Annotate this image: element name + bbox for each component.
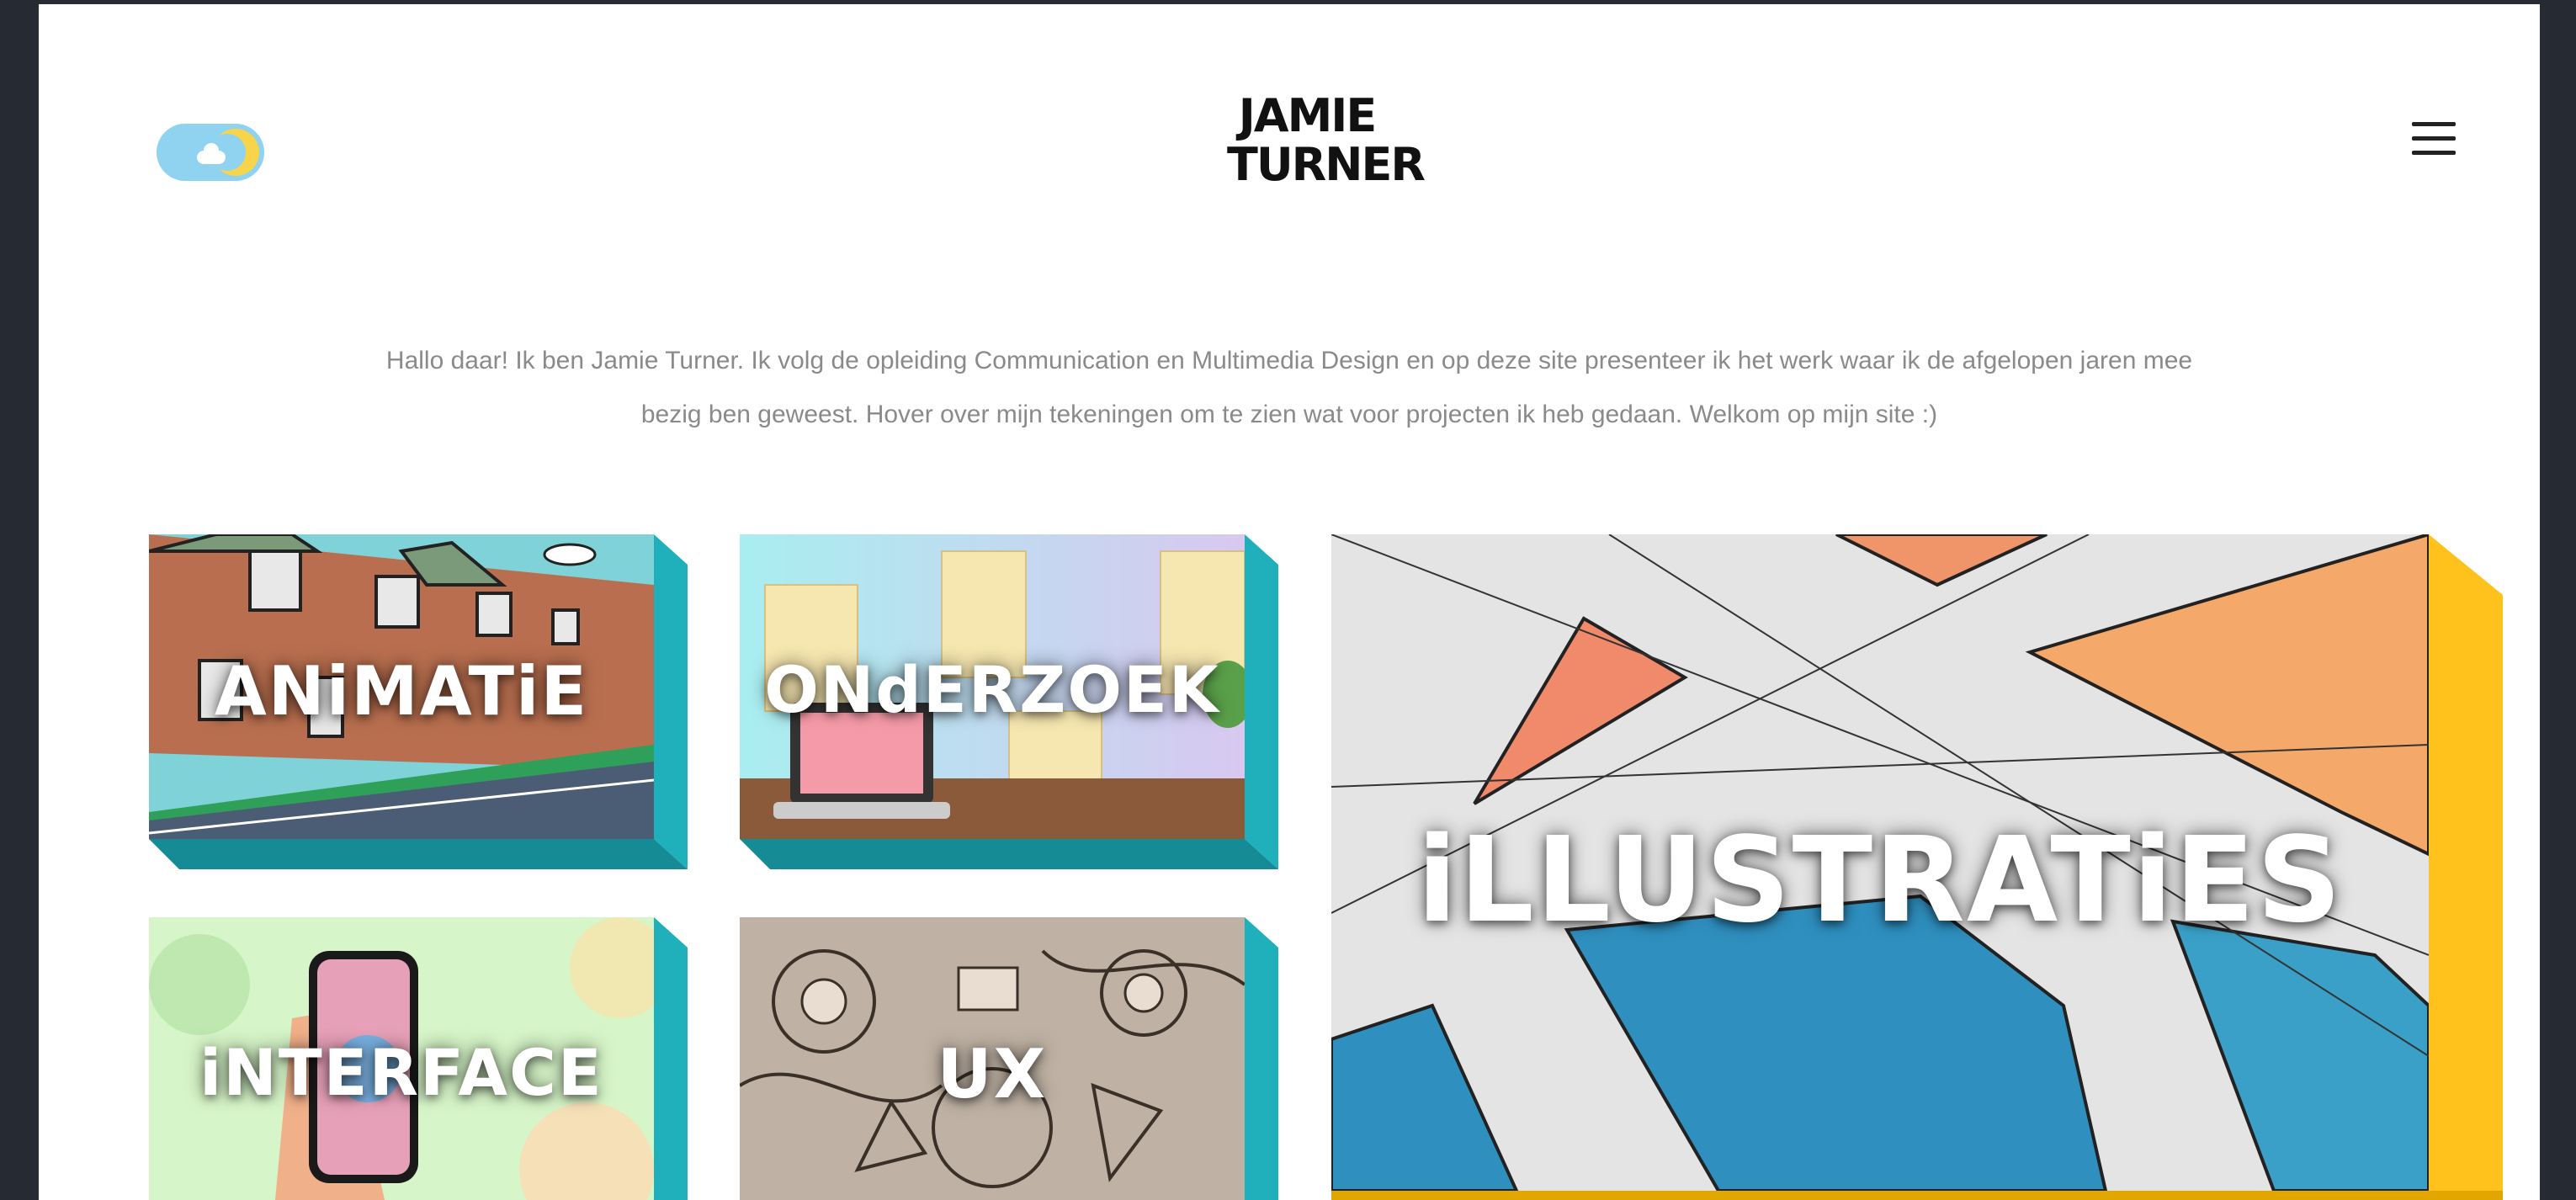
card-label: UX — [937, 1035, 1048, 1113]
card-bottom — [149, 839, 688, 869]
page: JAMIE TURNER Hallo daar! Ik ben Jamie Tu… — [39, 4, 2540, 1200]
card-side — [2429, 534, 2503, 1200]
card-illustraties[interactable]: iLLUSTRATiES — [1331, 534, 2503, 1200]
card-animatie[interactable]: ANiMATiE — [149, 534, 688, 869]
intro-line-2: bezig ben geweest. Hover over mijn teken… — [640, 401, 1938, 428]
logo-line-2: TURNER — [1227, 138, 1426, 191]
card-label: iNTERFACE — [199, 1035, 603, 1110]
site-logo[interactable]: JAMIE TURNER — [1227, 89, 1426, 198]
card-side — [1245, 917, 1278, 1200]
logo-line-1: JAMIE — [1238, 89, 1378, 142]
card-label: ONdERZOEK — [764, 652, 1220, 727]
hamburger-menu-icon[interactable] — [2412, 122, 2456, 156]
cloud-icon — [197, 143, 226, 164]
card-side — [654, 534, 688, 869]
card-side — [654, 917, 688, 1200]
card-label: ANiMATiE — [214, 652, 589, 730]
theme-toggle[interactable] — [157, 124, 264, 181]
card-bottom — [740, 839, 1278, 869]
card-onderzoek[interactable]: ONdERZOEK — [740, 534, 1278, 869]
card-bottom — [1331, 1191, 2503, 1200]
card-side — [1245, 534, 1278, 869]
card-interface[interactable]: iNTERFACE — [149, 917, 688, 1200]
card-label: iLLUSTRATiES — [1416, 812, 2344, 949]
intro-line-1: Hallo daar! Ik ben Jamie Turner. Ik volg… — [385, 347, 2193, 374]
intro-text: Hallo daar! Ik ben Jamie Turner. Ik volg… — [258, 334, 2321, 442]
card-ux[interactable]: UX — [740, 917, 1278, 1200]
